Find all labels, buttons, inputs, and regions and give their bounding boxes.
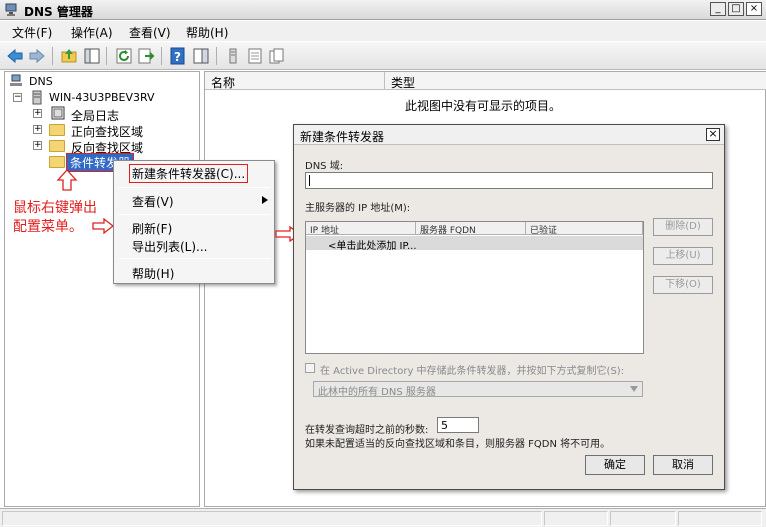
ok-button[interactable]: 确定 <box>585 455 645 475</box>
delete-button[interactable]: 删除(D) <box>653 218 713 236</box>
status-cell <box>2 511 542 526</box>
dialog-close-button[interactable]: × <box>706 128 720 141</box>
menu-bar: 文件(F) 操作(A) 查看(V) 帮助(H) <box>0 21 766 41</box>
dialog-title: 新建条件转发器 <box>300 130 385 144</box>
menu-item-refresh[interactable]: 刷新(F) <box>132 220 172 237</box>
master-servers-grid: IP 地址 服务器 FQDN 已验证 <单击此处添加 IP... <box>305 221 644 354</box>
menu-item-export-list[interactable]: 导出列表(L)... <box>132 238 208 255</box>
annotation-line-1: 鼠标右键弹出 <box>13 200 97 216</box>
status-cell <box>678 511 762 526</box>
annotation-up-arrow-icon <box>56 169 78 191</box>
column-header-type[interactable]: 类型 <box>385 72 766 90</box>
dialog-title-bar: 新建条件转发器 × <box>294 125 724 145</box>
forward-arrow-icon[interactable] <box>28 47 46 65</box>
dns-icon <box>10 74 22 86</box>
menu-separator <box>118 187 270 188</box>
console-pane-icon[interactable] <box>192 47 210 65</box>
menu-item-view[interactable]: 查看(V) <box>132 193 174 210</box>
expand-icon[interactable]: + <box>33 125 42 134</box>
toolbar-separator <box>216 47 217 65</box>
grid-header-ip[interactable]: IP 地址 <box>306 222 416 236</box>
expand-icon[interactable]: + <box>33 109 42 118</box>
annotation-line-2: 配置菜单。 <box>13 219 83 235</box>
chevron-down-icon <box>630 386 638 392</box>
cancel-button[interactable]: 取消 <box>653 455 713 475</box>
dns-app-icon <box>5 3 17 16</box>
collapse-icon[interactable]: − <box>13 93 22 102</box>
dns-domain-label: DNS 域: <box>305 161 344 172</box>
tree-label-dns: DNS <box>29 75 53 88</box>
log-icon <box>51 106 65 120</box>
replication-scope-select[interactable]: 此林中的所有 DNS 服务器 <box>313 381 643 398</box>
menu-item-new-conditional-forwarder[interactable]: 新建条件转发器(C)... <box>128 164 249 183</box>
status-bar <box>0 508 766 527</box>
menu-view[interactable]: 查看(V) <box>129 24 171 41</box>
console-tree: DNS − WIN-43U3PBEV3RV + 全局日志 + 正向查找区域 + … <box>4 71 200 507</box>
grid-header-fqdn[interactable]: 服务器 FQDN <box>416 222 526 236</box>
menu-separator <box>118 258 270 259</box>
column-header-name[interactable]: 名称 <box>205 72 385 90</box>
show-hide-tree-icon[interactable] <box>83 47 101 65</box>
window-title: DNS 管理器 <box>24 5 93 19</box>
refresh-icon[interactable] <box>115 47 133 65</box>
context-menu: 新建条件转发器(C)... 查看(V) 刷新(F) 导出列表(L)... 帮助(… <box>113 160 275 284</box>
empty-message: 此视图中没有可显示的项目。 <box>405 99 562 113</box>
menu-action[interactable]: 操作(A) <box>71 24 113 41</box>
tree-label-forward-zones: 正向查找区域 <box>71 125 144 139</box>
fqdn-note: 如果未配置适当的反向查找区域和条目，则服务器 FQDN 将不可用。 <box>305 439 611 450</box>
menu-file[interactable]: 文件(F) <box>12 24 52 41</box>
move-up-button[interactable]: 上移(U) <box>653 247 713 265</box>
title-bar: DNS 管理器 _ □ × <box>0 0 766 20</box>
toolbar-separator <box>106 47 107 65</box>
up-folder-icon[interactable] <box>60 47 78 65</box>
menu-help[interactable]: 帮助(H) <box>186 24 228 41</box>
toolbar-separator <box>52 47 53 65</box>
move-down-button[interactable]: 下移(O) <box>653 276 713 294</box>
svg-text:?: ? <box>174 50 181 64</box>
store-in-ad-label: 在 Active Directory 中存储此条件转发器，并按如下方式复制它(S… <box>320 366 625 377</box>
toolbar: ? <box>0 42 766 70</box>
copy-icon[interactable] <box>268 47 286 65</box>
annotation-right-arrow-icon <box>92 218 114 234</box>
menu-item-help[interactable]: 帮助(H) <box>132 265 174 282</box>
close-window-button[interactable]: × <box>746 2 762 16</box>
master-servers-label: 主服务器的 IP 地址(M): <box>305 203 411 214</box>
folder-icon <box>49 156 65 168</box>
grid-header-validated[interactable]: 已验证 <box>526 222 643 236</box>
tree-label-server: WIN-43U3PBEV3RV <box>49 91 155 104</box>
export-list-icon[interactable] <box>137 47 155 65</box>
dns-domain-input[interactable] <box>305 172 713 189</box>
store-in-ad-checkbox[interactable] <box>305 363 315 373</box>
expand-icon[interactable]: + <box>33 141 42 150</box>
minimize-button[interactable]: _ <box>710 2 726 16</box>
new-conditional-forwarder-dialog: 新建条件转发器 × DNS 域: 主服务器的 IP 地址(M): IP 地址 服… <box>293 124 725 490</box>
status-cell <box>610 511 676 526</box>
maximize-button[interactable]: □ <box>728 2 744 16</box>
properties-icon[interactable] <box>246 47 264 65</box>
server-list-icon[interactable] <box>224 47 242 65</box>
timeout-input[interactable]: 5 <box>437 417 479 433</box>
status-cell <box>544 511 608 526</box>
server-icon <box>32 90 42 105</box>
submenu-arrow-icon <box>262 196 268 204</box>
folder-icon <box>49 124 65 136</box>
back-arrow-icon[interactable] <box>6 47 24 65</box>
help-icon[interactable]: ? <box>169 47 187 65</box>
dns-manager-window: DNS 管理器 _ □ × 文件(F) 操作(A) 查看(V) 帮助(H) ? … <box>0 0 766 527</box>
add-ip-row[interactable]: <单击此处添加 IP... <box>306 236 643 252</box>
toolbar-separator <box>161 47 162 65</box>
folder-icon <box>49 140 65 152</box>
timeout-label: 在转发查询超时之前的秒数: <box>305 425 429 436</box>
tree-label-global-logs: 全局日志 <box>71 109 120 123</box>
menu-separator <box>118 214 270 215</box>
